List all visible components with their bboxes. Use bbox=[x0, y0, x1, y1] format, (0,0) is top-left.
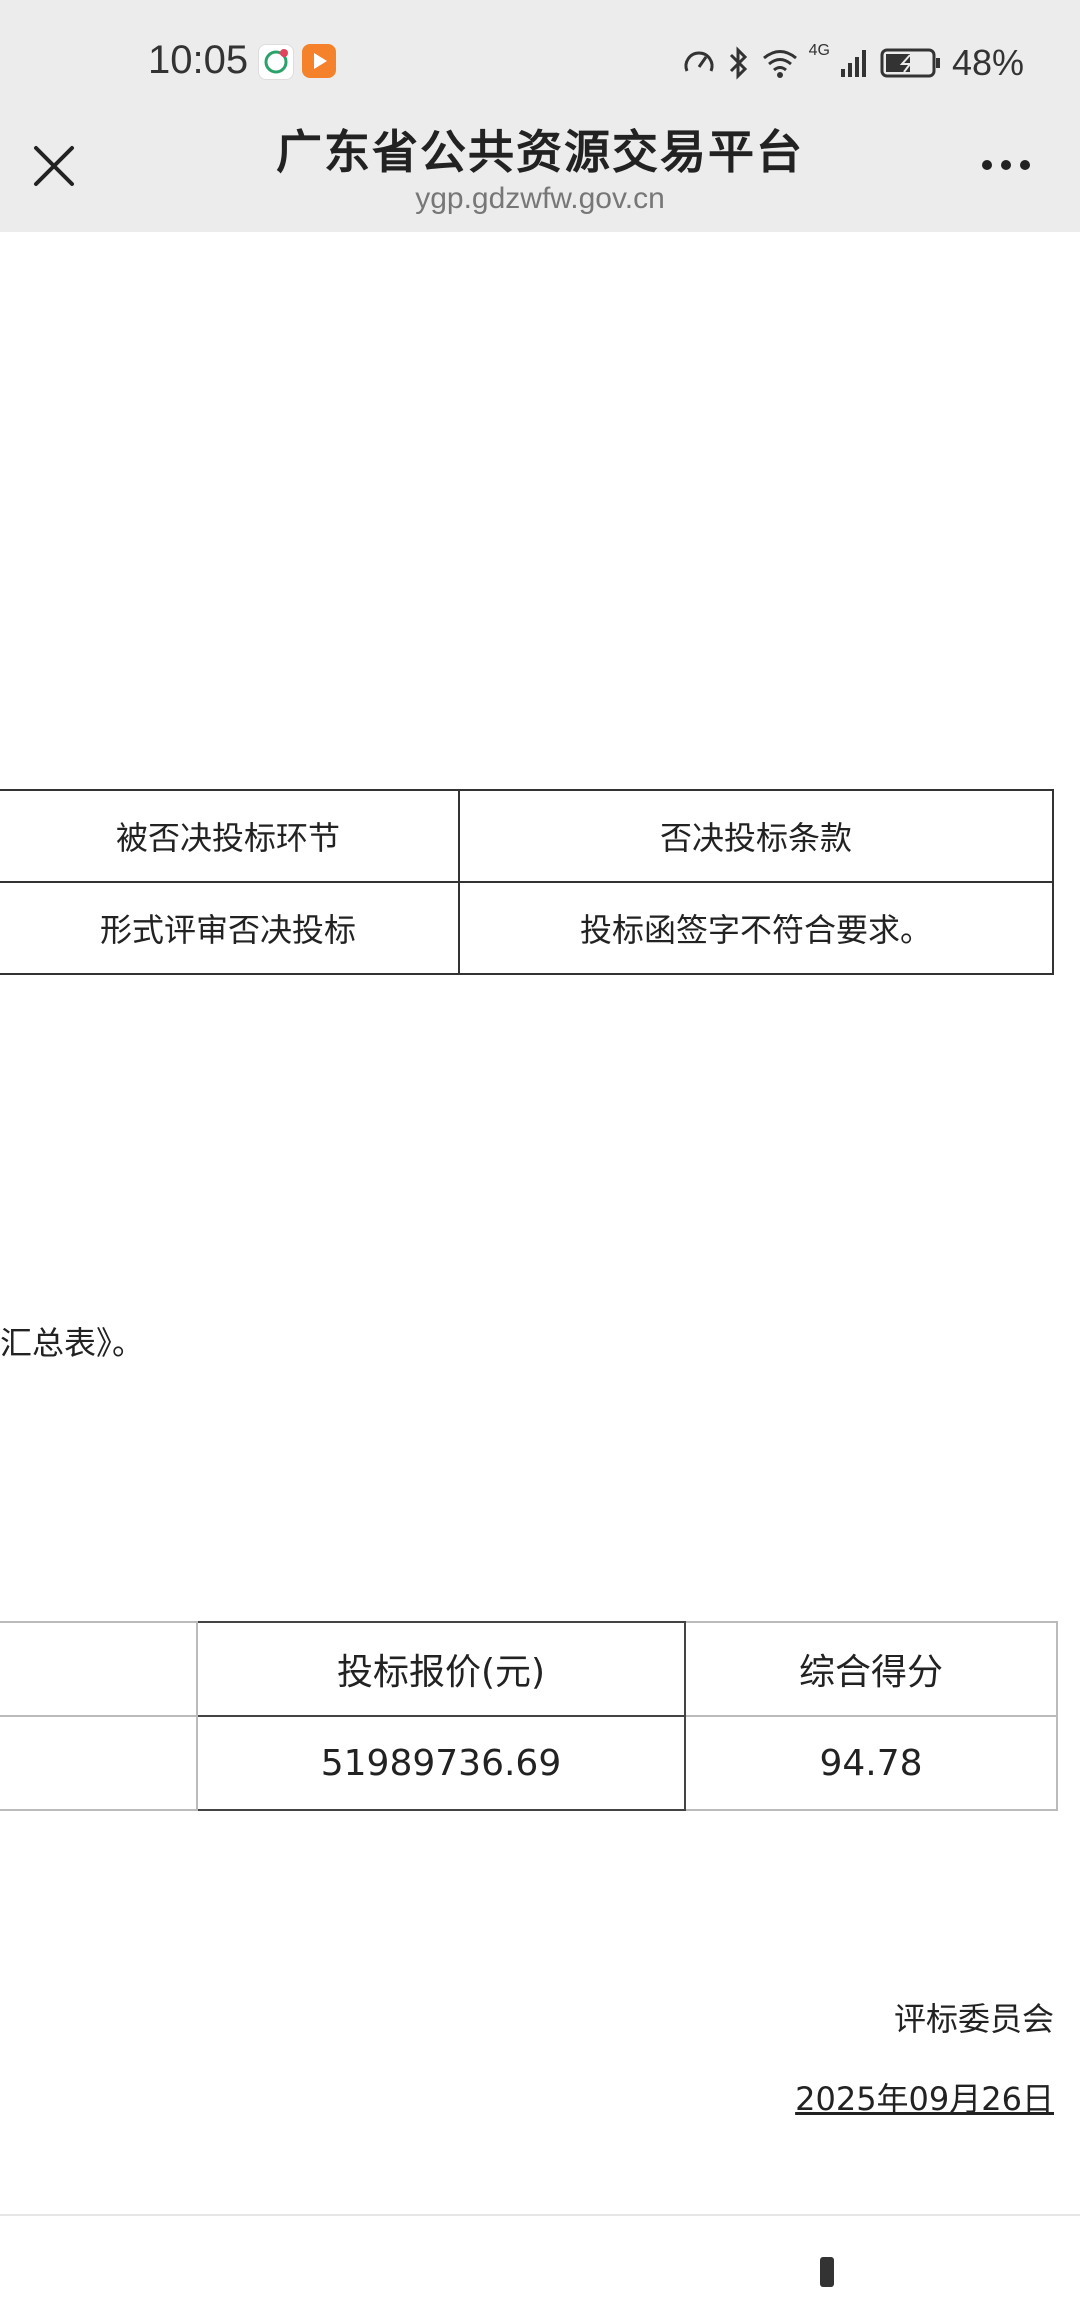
more-dot-icon bbox=[982, 160, 992, 170]
table-cell: 形式评审否决投标 bbox=[0, 881, 460, 975]
battery-icon bbox=[880, 48, 940, 78]
table-header-row: 被否决投标环节 否决投标条款 bbox=[0, 789, 1054, 883]
signature-date: 2025年09月26日 bbox=[795, 2080, 1054, 2118]
signature-org: 评标委员会 bbox=[893, 2000, 1054, 2038]
bluetooth-icon bbox=[729, 46, 747, 80]
wifi-icon bbox=[762, 50, 797, 78]
table-cell bbox=[0, 1715, 198, 1811]
table-header-cell: 综合得分 bbox=[684, 1621, 1058, 1717]
app-icon bbox=[258, 44, 294, 80]
data-saver-icon bbox=[684, 51, 714, 72]
table-header-cell: 被否决投标环节 bbox=[0, 789, 460, 883]
home-indicator[interactable] bbox=[820, 2257, 834, 2287]
network-type: 4G bbox=[808, 42, 830, 59]
table-cell: 投标函签字不符合要求。 bbox=[458, 881, 1054, 975]
rejection-table: 被否决投标环节 否决投标条款 形式评审否决投标 投标函签字不符合要求。 bbox=[0, 789, 1054, 975]
battery-percent: 48% bbox=[951, 42, 1024, 83]
table-header-cell: 否决投标条款 bbox=[458, 789, 1054, 883]
signal-icon bbox=[840, 50, 866, 77]
summary-note: 汇总表》。 bbox=[0, 1324, 145, 1362]
table-header-cell bbox=[0, 1621, 198, 1717]
table-row: 形式评审否决投标 投标函签字不符合要求。 bbox=[0, 881, 1054, 975]
table-row: 51989736.69 94.78 bbox=[0, 1715, 1058, 1811]
status-time: 10:05 bbox=[148, 38, 249, 82]
browser-topbar: 10:05 4G 48% 广东省公共资源交易平台 ygp.gdzwfw.gov.… bbox=[0, 0, 1080, 232]
video-app-icon bbox=[302, 44, 336, 78]
score-cell: 94.78 bbox=[684, 1715, 1058, 1811]
more-options-button[interactable] bbox=[982, 160, 1030, 170]
divider bbox=[0, 2214, 1080, 2216]
bid-price-cell: 51989736.69 bbox=[196, 1715, 686, 1811]
score-table: 投标报价(元) 综合得分 51989736.69 94.78 bbox=[0, 1621, 1058, 1811]
more-dot-icon bbox=[1020, 160, 1030, 170]
page-title: 广东省公共资源交易平台 bbox=[276, 125, 804, 179]
table-header-row: 投标报价(元) 综合得分 bbox=[0, 1621, 1058, 1717]
table-header-cell: 投标报价(元) bbox=[196, 1621, 686, 1717]
page-url: ygp.gdzwfw.gov.cn bbox=[415, 182, 665, 215]
status-icons: 4G 48% bbox=[681, 40, 1024, 86]
more-dot-icon bbox=[1001, 160, 1011, 170]
